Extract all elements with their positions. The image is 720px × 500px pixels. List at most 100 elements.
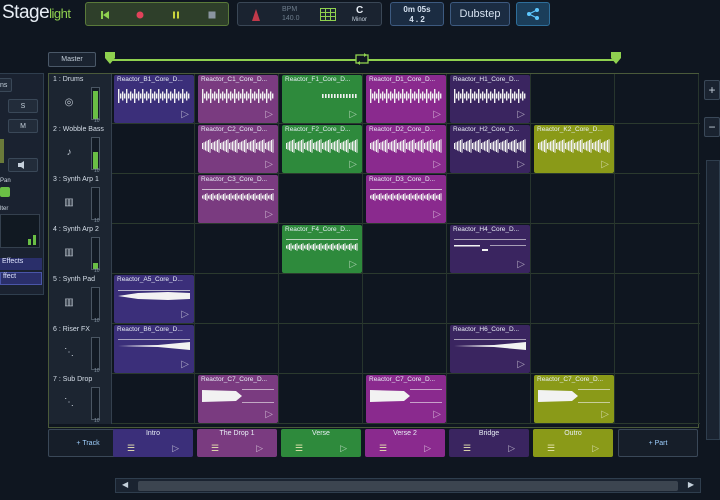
clip[interactable]: Reactor_K2_Core_D... ▷ bbox=[534, 125, 614, 173]
bpm-value[interactable]: 140.0 bbox=[282, 15, 300, 22]
clip-play-icon[interactable]: ▷ bbox=[433, 159, 441, 170]
track-header[interactable]: 5 : Synth Pad ▥ 10 bbox=[49, 274, 112, 324]
part-play-icon[interactable]: ▷ bbox=[340, 443, 347, 454]
grid-cell[interactable] bbox=[112, 174, 195, 224]
track-level-meter[interactable] bbox=[91, 137, 100, 170]
loop-end-marker[interactable] bbox=[611, 52, 621, 64]
part-button[interactable]: Verse ☰ ▷ bbox=[281, 429, 361, 457]
grid-cell[interactable] bbox=[112, 224, 195, 274]
clip-play-icon[interactable]: ▷ bbox=[433, 109, 441, 120]
add-part-button[interactable]: + Part bbox=[618, 429, 698, 457]
clip-play-icon[interactable]: ▷ bbox=[265, 109, 273, 120]
pause-button[interactable] bbox=[166, 7, 186, 23]
clip[interactable]: Reactor_C7_Core_D... ▷ bbox=[366, 375, 446, 423]
clip-play-icon[interactable]: ▷ bbox=[601, 159, 609, 170]
record-button[interactable] bbox=[130, 7, 150, 23]
track-header[interactable]: 1 : Drums ◎ 10 bbox=[49, 74, 112, 124]
part-menu-icon[interactable]: ☰ bbox=[211, 443, 219, 454]
track-header[interactable]: 7 : Sub Drop ⋱ 10 bbox=[49, 374, 112, 424]
mute-button[interactable]: M bbox=[8, 119, 38, 133]
loop-start-marker[interactable] bbox=[105, 52, 115, 64]
track-level-meter[interactable] bbox=[91, 387, 100, 420]
clip-play-icon[interactable]: ▷ bbox=[349, 159, 357, 170]
add-effect-button[interactable]: ffect bbox=[0, 272, 42, 285]
loop-icon[interactable] bbox=[354, 53, 370, 65]
scroll-left-arrow[interactable]: ◀ bbox=[122, 480, 128, 489]
genre-button[interactable]: Dubstep bbox=[450, 2, 510, 26]
clip[interactable]: Reactor_B1_Core_D... ▷ bbox=[114, 75, 194, 123]
clip-play-icon[interactable]: ▷ bbox=[181, 109, 189, 120]
part-play-icon[interactable]: ▷ bbox=[508, 443, 515, 454]
instrument-button[interactable]: ns bbox=[0, 78, 12, 92]
clip[interactable]: Reactor_C1_Core_D... ▷ bbox=[198, 75, 278, 123]
track-level-meter[interactable] bbox=[91, 237, 100, 270]
clip[interactable]: Reactor_D3_Core_D... ▷ bbox=[366, 175, 446, 223]
stop-button[interactable] bbox=[202, 7, 222, 23]
grid-cell[interactable] bbox=[112, 124, 195, 174]
clip[interactable]: Reactor_D1_Core_D... ▷ bbox=[366, 75, 446, 123]
clip[interactable]: Reactor_D2_Core_D... ▷ bbox=[366, 125, 446, 173]
skip-back-button[interactable] bbox=[95, 7, 115, 23]
clip[interactable]: Reactor_C7_Core_D... ▷ bbox=[534, 375, 614, 423]
grid-cell[interactable] bbox=[280, 374, 363, 424]
clip[interactable]: Reactor_C7_Core_D... ▷ bbox=[198, 375, 278, 423]
grid-cell[interactable] bbox=[280, 324, 363, 374]
zoom-in-button[interactable]: + bbox=[704, 80, 720, 100]
metronome-icon[interactable] bbox=[252, 9, 260, 21]
key-value[interactable]: C bbox=[356, 5, 363, 16]
grid-cell[interactable] bbox=[532, 174, 615, 224]
grid-cell[interactable] bbox=[364, 324, 447, 374]
part-menu-icon[interactable]: ☰ bbox=[295, 443, 303, 454]
clip-play-icon[interactable]: ▷ bbox=[349, 259, 357, 270]
clip-play-icon[interactable]: ▷ bbox=[517, 109, 525, 120]
part-menu-icon[interactable]: ☰ bbox=[547, 443, 555, 454]
track-header[interactable]: 6 : Riser FX ⋱ 10 bbox=[49, 324, 112, 374]
grid-cell[interactable] bbox=[196, 324, 279, 374]
grid-cell[interactable] bbox=[364, 274, 447, 324]
clip-play-icon[interactable]: ▷ bbox=[265, 409, 273, 420]
grid-cell[interactable] bbox=[112, 374, 195, 424]
track-header[interactable]: 2 : Wobble Bass ♪ 10 bbox=[49, 124, 112, 174]
clip[interactable]: Reactor_A5_Core_D... ▷ bbox=[114, 275, 194, 323]
grid-cell[interactable] bbox=[448, 374, 531, 424]
grid-cell[interactable] bbox=[196, 274, 279, 324]
effects-button[interactable]: Effects bbox=[0, 258, 42, 270]
clip-play-icon[interactable]: ▷ bbox=[349, 109, 357, 120]
clip[interactable]: Reactor_H6_Core_D... ▷ bbox=[450, 325, 530, 373]
part-menu-icon[interactable]: ☰ bbox=[463, 443, 471, 454]
grid-cell[interactable] bbox=[616, 274, 699, 324]
grid-cell[interactable] bbox=[616, 74, 699, 124]
clip-play-icon[interactable]: ▷ bbox=[601, 409, 609, 420]
track-level-meter[interactable] bbox=[91, 87, 100, 120]
clip[interactable]: Reactor_H4_Core_D... ▷ bbox=[450, 225, 530, 273]
clip[interactable]: Reactor_H2_Core_D... ▷ bbox=[450, 125, 530, 173]
part-button[interactable]: Outro ☰ ▷ bbox=[533, 429, 613, 457]
speaker-button[interactable] bbox=[8, 158, 38, 172]
grid-cell[interactable] bbox=[532, 224, 615, 274]
part-menu-icon[interactable]: ☰ bbox=[379, 443, 387, 454]
grid-cell[interactable] bbox=[532, 324, 615, 374]
part-play-icon[interactable]: ▷ bbox=[256, 443, 263, 454]
track-header[interactable]: 4 : Synth Arp 2 ▥ 10 bbox=[49, 224, 112, 274]
clip-play-icon[interactable]: ▷ bbox=[433, 409, 441, 420]
grid-cell[interactable] bbox=[532, 274, 615, 324]
solo-button[interactable]: S bbox=[8, 99, 38, 113]
clip[interactable]: Reactor_B6_Core_D... ▷ bbox=[114, 325, 194, 373]
clip-play-icon[interactable]: ▷ bbox=[181, 309, 189, 320]
part-play-icon[interactable]: ▷ bbox=[424, 443, 431, 454]
grid-cell[interactable] bbox=[532, 74, 615, 124]
part-button[interactable]: Verse 2 ☰ ▷ bbox=[365, 429, 445, 457]
part-button[interactable]: Bridge ☰ ▷ bbox=[449, 429, 529, 457]
clip-play-icon[interactable]: ▷ bbox=[265, 209, 273, 220]
scroll-right-arrow[interactable]: ▶ bbox=[688, 480, 694, 489]
horizontal-scrollbar[interactable]: ◀ ▶ bbox=[115, 478, 701, 493]
clip-play-icon[interactable]: ▷ bbox=[433, 209, 441, 220]
track-level-meter[interactable] bbox=[91, 337, 100, 370]
grid-cell[interactable] bbox=[280, 174, 363, 224]
grid-cell[interactable] bbox=[616, 174, 699, 224]
mode-value[interactable]: Minor bbox=[352, 17, 367, 23]
grid-cell[interactable] bbox=[616, 224, 699, 274]
part-play-icon[interactable]: ▷ bbox=[172, 443, 179, 454]
clip-play-icon[interactable]: ▷ bbox=[265, 159, 273, 170]
volume-slider[interactable] bbox=[0, 139, 4, 163]
